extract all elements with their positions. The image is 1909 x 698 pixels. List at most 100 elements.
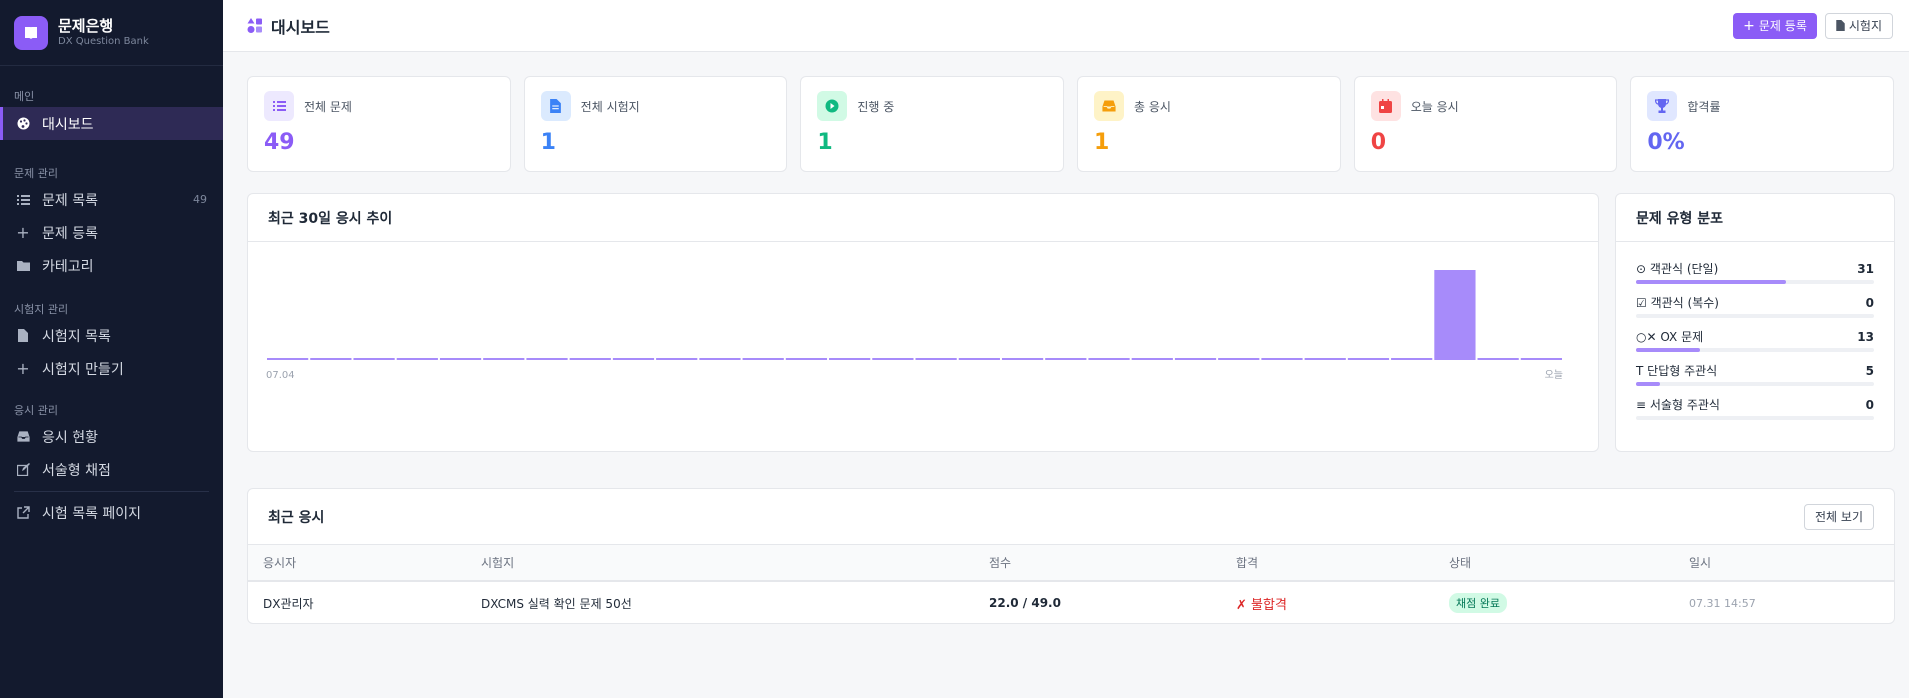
type-row: ☑ 객관식 (복수) 0 — [1616, 286, 1894, 320]
plus-icon: + — [1743, 17, 1755, 34]
exam-button[interactable]: 시험지 — [1824, 12, 1893, 39]
view-all-button[interactable]: 전체 보기 — [1804, 503, 1874, 530]
stat-label: 전체 시험지 — [580, 99, 640, 114]
chart-bar[interactable] — [1477, 358, 1519, 360]
list-icon — [16, 193, 30, 207]
nav-section-attempts: 응시 관리 — [14, 404, 58, 417]
sidebar-item-attempt-status[interactable]: 응시 현황 — [0, 420, 223, 453]
column-header[interactable]: 합격 — [1236, 554, 1449, 571]
chart-bar[interactable] — [1304, 358, 1346, 360]
stat-card-total-attempts: 총 응시 1 — [1077, 76, 1341, 172]
chart-bar[interactable] — [1391, 358, 1433, 360]
chart-bar[interactable] — [915, 358, 957, 360]
column-header[interactable]: 응시자 — [263, 554, 481, 571]
type-progress-fill — [1636, 382, 1660, 386]
chart-bar[interactable] — [1045, 358, 1087, 360]
chart-bar[interactable] — [1347, 358, 1390, 360]
type-count: 13 — [1857, 330, 1874, 344]
chart-bar[interactable] — [526, 358, 568, 360]
stat-label: 총 응시 — [1134, 99, 1171, 114]
column-header[interactable]: 일시 — [1689, 554, 1879, 571]
brand[interactable]: 문제은행 DX Question Bank — [0, 0, 223, 66]
chart-bar[interactable] — [267, 358, 309, 360]
cell-name: DX관리자 — [263, 596, 314, 611]
file-icon — [540, 91, 571, 121]
table-row[interactable]: DX관리자 DXCMS 실력 확인 문제 50선 22.0 / 49.0 ✗ 불… — [248, 582, 1894, 623]
add-question-label: 문제 등록 — [1758, 19, 1807, 33]
add-question-button[interactable]: + 문제 등록 — [1733, 12, 1817, 39]
chart-bar[interactable] — [1218, 358, 1260, 360]
type-icon: T — [1636, 364, 1644, 378]
sidebar-item-label: 응시 현황 — [42, 429, 98, 446]
chart-bar[interactable] — [1001, 358, 1044, 360]
type-row: ○✕ OX 문제 13 — [1616, 320, 1894, 354]
folder-icon — [16, 259, 30, 273]
chart-bar[interactable] — [1174, 358, 1217, 360]
chart-bar[interactable] — [1434, 270, 1476, 360]
sidebar-item-add-question[interactable]: + 문제 등록 — [0, 216, 223, 249]
sidebar-item-label: 서술형 채점 — [42, 462, 111, 479]
type-label: 객관식 (복수) — [1650, 296, 1719, 310]
play-icon — [817, 91, 848, 121]
chart-bar[interactable] — [958, 358, 1000, 360]
sidebar-item-create-exam[interactable]: + 시험지 만들기 — [0, 352, 223, 385]
x-end-label: 오늘 — [1545, 369, 1563, 381]
chart-bar[interactable] — [396, 358, 438, 360]
sidebar-item-question-list[interactable]: 문제 목록 49 — [0, 183, 223, 216]
column-header[interactable]: 상태 — [1449, 554, 1689, 571]
chart-bar[interactable] — [569, 358, 611, 360]
brand-subtitle: DX Question Bank — [58, 36, 149, 47]
sidebar-item-exam-list[interactable]: 시험지 목록 — [0, 319, 223, 352]
brand-title: 문제은행 — [58, 17, 114, 35]
inbox-icon — [16, 430, 30, 444]
sidebar-item-essay-grading[interactable]: 서술형 채점 — [0, 453, 223, 486]
question-type-panel: 문제 유형 분포 ⊙ 객관식 (단일) 31 ☑ 객관식 (복수) 0 ○✕ OX 문제… — [1615, 193, 1895, 452]
exam-button-label: 시험지 — [1848, 19, 1882, 33]
recent-header: 최근 응시 전체 보기 — [248, 489, 1894, 544]
nav-section-questions: 문제 관리 — [14, 167, 58, 180]
sidebar-item-label: 카테고리 — [42, 258, 94, 275]
palette-icon — [16, 117, 30, 131]
chart-bar[interactable] — [612, 358, 655, 360]
stat-label: 오늘 응시 — [1410, 99, 1459, 114]
column-header[interactable]: 점수 — [989, 554, 1236, 571]
type-label-wrap: ☑ 객관식 (복수) — [1636, 296, 1719, 310]
chart-bar[interactable] — [872, 358, 914, 360]
type-count: 0 — [1865, 398, 1874, 412]
stat-card-in-progress: 진행 중 1 — [800, 76, 1065, 172]
chart-bar[interactable] — [1131, 358, 1173, 360]
nav-section-main: 메인 — [14, 90, 35, 103]
inbox-icon — [1094, 91, 1125, 121]
sidebar-item-label: 시험 목록 페이지 — [42, 505, 142, 522]
sidebar-item-dashboard[interactable]: 대시보드 — [0, 107, 223, 140]
sidebar-item-label: 문제 목록 — [42, 192, 98, 209]
cell-status: 채점 완료 — [1449, 593, 1689, 613]
calendar-icon — [1370, 91, 1401, 121]
nav-section-exams: 시험지 관리 — [14, 303, 69, 316]
chart-bar[interactable] — [785, 358, 828, 360]
type-progress-track — [1636, 314, 1874, 318]
chart-bar[interactable] — [742, 358, 784, 360]
question-count-badge: 49 — [193, 193, 207, 206]
trophy-icon — [1647, 91, 1678, 121]
stat-value: 49 — [264, 130, 295, 155]
chart-bar[interactable] — [310, 358, 352, 360]
chart-bar[interactable] — [1261, 358, 1303, 360]
chart-bar[interactable] — [439, 358, 482, 360]
sidebar-item-exam-list-page[interactable]: 시험 목록 페이지 — [0, 496, 223, 529]
chart-bar[interactable] — [1088, 358, 1130, 360]
type-list: ⊙ 객관식 (단일) 31 ☑ 객관식 (복수) 0 ○✕ OX 문제 13 T 단답형 주… — [1616, 252, 1894, 422]
type-label-wrap: ○✕ OX 문제 — [1636, 330, 1703, 344]
chart-bar[interactable] — [1520, 358, 1562, 360]
trend-title: 최근 30일 응시 추이 — [248, 194, 1598, 242]
shapes-icon — [247, 17, 263, 34]
sidebar-item-category[interactable]: 카테고리 — [0, 249, 223, 282]
chart-bar[interactable] — [483, 358, 525, 360]
column-header[interactable]: 시험지 — [481, 554, 989, 571]
chart-bar[interactable] — [699, 358, 741, 360]
stat-value: 0 — [1370, 130, 1386, 155]
type-label: 서술형 주관식 — [1649, 398, 1720, 412]
chart-bar[interactable] — [829, 358, 871, 360]
chart-bar[interactable] — [656, 358, 698, 360]
chart-bar[interactable] — [353, 358, 395, 360]
